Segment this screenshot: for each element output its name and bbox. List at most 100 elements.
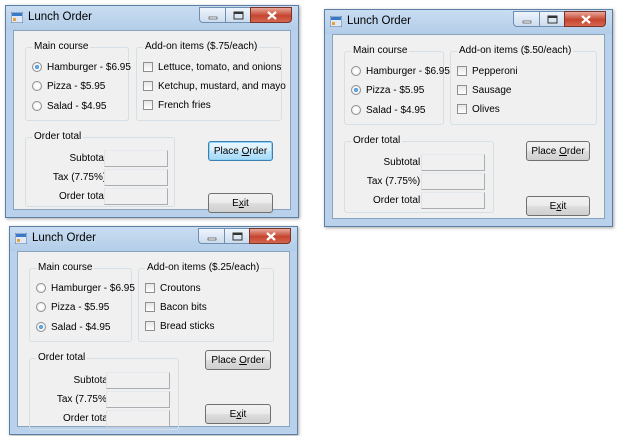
- addon-items-group: Add-on items ($.75/each) Lettuce, tomato…: [136, 41, 286, 121]
- radio-button[interactable]: [36, 283, 46, 293]
- checkbox[interactable]: [457, 66, 467, 76]
- maximize-button[interactable]: [224, 228, 249, 244]
- addon-checkbox-1[interactable]: Lettuce, tomato, and onions: [143, 60, 281, 74]
- close-icon: [266, 232, 276, 241]
- place-order-button[interactable]: Place Order: [526, 141, 590, 161]
- radio-pizza[interactable]: Pizza - $5.95: [351, 83, 424, 97]
- minimize-button[interactable]: [199, 7, 225, 23]
- addon-checkbox-3[interactable]: French fries: [143, 98, 211, 112]
- radio-label: Hamburger - $6.95: [47, 61, 131, 73]
- checkbox[interactable]: [145, 321, 155, 331]
- maximize-button[interactable]: [539, 11, 564, 27]
- checkbox[interactable]: [143, 62, 153, 72]
- main-course-group: Main course Hamburger - $6.95 Pizza - $5…: [344, 45, 450, 125]
- radio-label: Salad - $4.95: [51, 321, 111, 333]
- radio-pizza[interactable]: Pizza - $5.95: [36, 300, 109, 314]
- radio-salad[interactable]: Salad - $4.95: [351, 103, 426, 117]
- title-bar[interactable]: Lunch Order: [10, 227, 297, 251]
- button-label: rder: [566, 145, 585, 157]
- order-total-field[interactable]: [106, 410, 170, 427]
- app-icon: [330, 16, 342, 27]
- checkbox-label: French fries: [158, 99, 211, 111]
- close-icon: [581, 15, 591, 24]
- radio-button[interactable]: [32, 101, 42, 111]
- radio-pizza[interactable]: Pizza - $5.95: [32, 79, 105, 93]
- button-label: Place: [211, 354, 240, 366]
- radio-button[interactable]: [351, 105, 361, 115]
- close-button[interactable]: [249, 228, 291, 244]
- addon-checkbox-1[interactable]: Pepperoni: [457, 64, 518, 78]
- checkbox[interactable]: [457, 104, 467, 114]
- maximize-icon: [233, 11, 244, 20]
- tax-field[interactable]: [104, 169, 168, 186]
- maximize-icon: [232, 232, 243, 241]
- tax-field[interactable]: [421, 173, 485, 190]
- radio-hamburger[interactable]: Hamburger - $6.95: [351, 64, 450, 78]
- radio-button[interactable]: [32, 62, 42, 72]
- tax-label: Tax (7.75%):: [366, 176, 423, 187]
- place-order-button[interactable]: Place Order: [205, 350, 271, 370]
- group-title: Order total: [36, 352, 88, 364]
- button-label: it: [243, 197, 249, 209]
- addon-items-group: Add-on items ($.25/each) Croutons Bacon …: [138, 262, 274, 342]
- group-title: Add-on items ($.25/each): [145, 262, 262, 274]
- exit-button[interactable]: Exit: [526, 196, 590, 216]
- checkbox-label: Pepperoni: [472, 65, 518, 77]
- radio-label: Pizza - $5.95: [366, 84, 425, 96]
- radio-salad[interactable]: Salad - $4.95: [36, 320, 111, 334]
- addon-checkbox-2[interactable]: Ketchup, mustard, and mayo: [143, 79, 286, 93]
- subtotal-label: Subtotal:: [69, 153, 109, 164]
- radio-label: Salad - $4.95: [47, 100, 107, 112]
- radio-button[interactable]: [36, 322, 46, 332]
- checkbox[interactable]: [145, 302, 155, 312]
- group-title: Order total: [32, 131, 84, 143]
- checkbox-label: Sausage: [472, 84, 512, 96]
- title-bar[interactable]: Lunch Order: [6, 6, 298, 30]
- addon-checkbox-3[interactable]: Olives: [457, 102, 500, 116]
- tax-label: Tax (7.75%):: [56, 394, 113, 405]
- minimize-button[interactable]: [513, 11, 539, 27]
- addon-checkbox-1[interactable]: Croutons: [145, 281, 201, 295]
- close-button[interactable]: [564, 11, 606, 27]
- subtotal-label: Subtotal:: [383, 157, 423, 168]
- checkbox[interactable]: [143, 81, 153, 91]
- radio-salad[interactable]: Salad - $4.95: [32, 99, 107, 113]
- checkbox[interactable]: [143, 100, 153, 110]
- radio-button[interactable]: [36, 302, 46, 312]
- close-button[interactable]: [250, 7, 292, 23]
- addon-checkbox-2[interactable]: Sausage: [457, 83, 511, 97]
- window-title: Lunch Order: [32, 232, 96, 244]
- checkbox[interactable]: [145, 283, 155, 293]
- subtotal-field[interactable]: [421, 154, 485, 171]
- radio-label: Hamburger - $6.95: [51, 282, 135, 294]
- radio-hamburger[interactable]: Hamburger - $6.95: [36, 281, 135, 295]
- title-bar[interactable]: Lunch Order: [325, 10, 612, 34]
- access-key: O: [239, 354, 247, 366]
- subtotal-field[interactable]: [104, 150, 168, 167]
- exit-button[interactable]: Exit: [208, 193, 273, 213]
- group-title: Main course: [36, 262, 95, 274]
- radio-button[interactable]: [351, 85, 361, 95]
- tax-field[interactable]: [106, 391, 170, 408]
- addon-checkbox-2[interactable]: Bacon bits: [145, 300, 207, 314]
- group-title: Order total: [351, 135, 403, 147]
- order-total-field[interactable]: [104, 188, 168, 205]
- radio-hamburger[interactable]: Hamburger - $6.95: [32, 60, 131, 74]
- order-total-field[interactable]: [421, 192, 485, 209]
- order-total-label: Order total:: [372, 195, 423, 206]
- radio-button[interactable]: [32, 81, 42, 91]
- checkbox-label: Ketchup, mustard, and mayo: [158, 80, 286, 92]
- subtotal-field[interactable]: [106, 372, 170, 389]
- button-label: Place: [531, 145, 560, 157]
- addon-checkbox-3[interactable]: Bread sticks: [145, 319, 214, 333]
- radio-button[interactable]: [351, 66, 361, 76]
- checkbox[interactable]: [457, 85, 467, 95]
- tax-label: Tax (7.75%):: [52, 172, 109, 183]
- exit-button[interactable]: Exit: [205, 404, 271, 424]
- minimize-button[interactable]: [198, 228, 224, 244]
- radio-label: Pizza - $5.95: [51, 301, 110, 313]
- maximize-button[interactable]: [225, 7, 250, 23]
- place-order-button[interactable]: Place Order: [208, 141, 273, 161]
- main-course-group: Main course Hamburger - $6.95 Pizza - $5…: [29, 262, 135, 342]
- window-title: Lunch Order: [347, 15, 411, 27]
